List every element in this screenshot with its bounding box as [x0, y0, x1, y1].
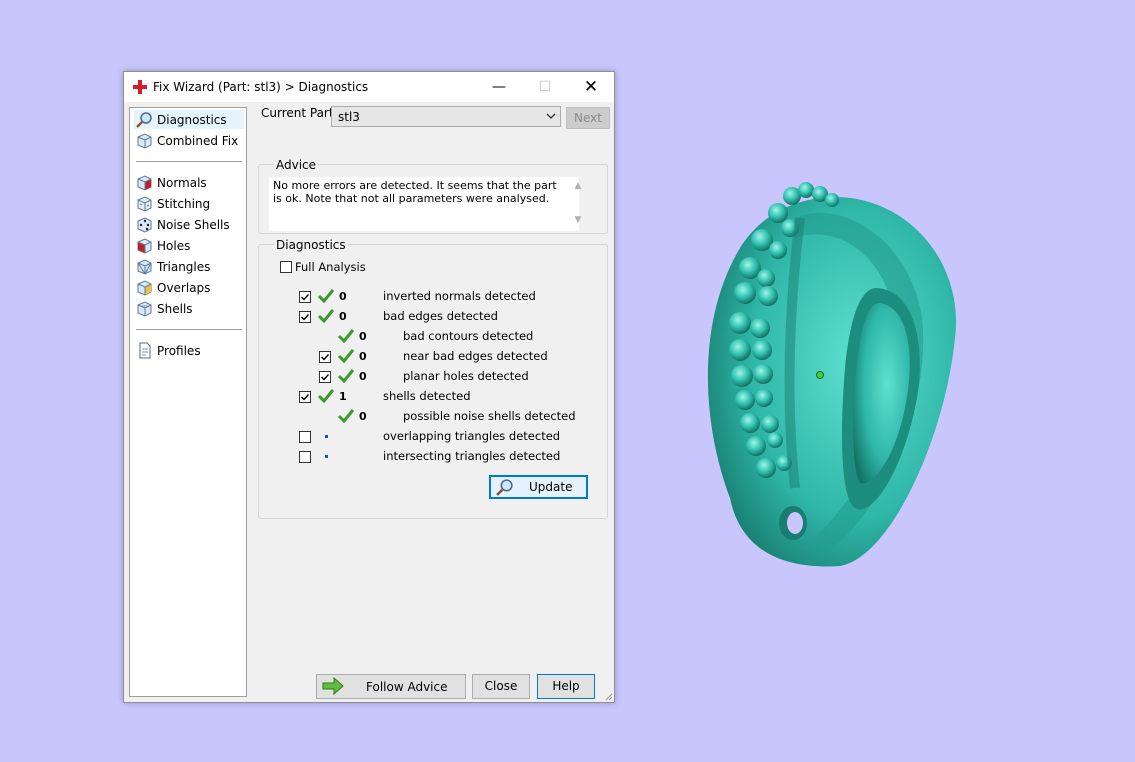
- sidebar-item-label: Noise Shells: [157, 218, 230, 232]
- sidebar-item-label: Profiles: [157, 344, 201, 358]
- normals-cube-icon: [137, 175, 152, 191]
- scroll-down-icon[interactable]: ▼: [572, 215, 584, 225]
- sidebar-item-diagnostics[interactable]: Diagnostics: [134, 110, 244, 129]
- advice-text: No more errors are detected. It seems th…: [273, 179, 557, 205]
- sidebar-item-shells[interactable]: Shells: [134, 299, 244, 318]
- current-part-label: Current Part:: [261, 106, 338, 120]
- advice-textbox[interactable]: No more errors are detected. It seems th…: [269, 177, 581, 231]
- green-check-icon: [337, 329, 355, 344]
- help-button[interactable]: Help: [537, 674, 595, 699]
- shells-count: 1: [339, 390, 347, 403]
- follow-advice-button[interactable]: Follow Advice: [316, 674, 466, 699]
- pending-dot-icon: [325, 435, 328, 438]
- update-label: Update: [529, 480, 573, 494]
- holes-cube-icon: [137, 238, 152, 254]
- sidebar-item-triangles[interactable]: Triangles: [134, 257, 244, 276]
- intersecting-triangles-checkbox[interactable]: [299, 451, 311, 463]
- inverted-normals-checkbox[interactable]: [299, 291, 311, 303]
- scroll-up-icon[interactable]: ▲: [572, 181, 584, 191]
- follow-advice-label: Follow Advice: [366, 680, 448, 694]
- sidebar-separator: [136, 329, 242, 330]
- noise-shells-count: 0: [359, 410, 367, 423]
- inverted-normals-count: 0: [339, 290, 347, 303]
- window-title: Fix Wizard (Part: stl3) > Diagnostics: [153, 80, 369, 94]
- triangles-cube-icon: [137, 259, 152, 275]
- green-arrow-icon: [322, 677, 344, 695]
- next-button[interactable]: Next: [566, 107, 610, 129]
- sidebar-item-profiles[interactable]: Profiles: [134, 341, 244, 360]
- intersecting-triangles-label: intersecting triangles detected: [383, 449, 561, 463]
- bad-edges-label: bad edges detected: [383, 309, 498, 323]
- planar-holes-checkbox[interactable]: [319, 371, 331, 383]
- overlaps-cube-icon: [137, 280, 152, 296]
- close-window-button[interactable]: ✕: [568, 72, 614, 102]
- near-bad-edges-checkbox[interactable]: [319, 351, 331, 363]
- current-part-value: stl3: [338, 110, 360, 124]
- green-check-icon: [317, 309, 335, 324]
- update-button[interactable]: Update: [489, 475, 588, 499]
- shells-cube-icon: [137, 301, 152, 317]
- sidebar-item-label: Normals: [157, 176, 207, 190]
- sidebar-item-label: Overlaps: [157, 281, 211, 295]
- sidebar-item-label: Diagnostics: [157, 113, 227, 127]
- sidebar-item-stitching[interactable]: Stitching: [134, 194, 244, 213]
- green-check-icon: [337, 409, 355, 424]
- shells-label: shells detected: [383, 389, 471, 403]
- green-check-icon: [317, 289, 335, 304]
- 3d-model-pendant[interactable]: [700, 178, 970, 578]
- noise-shells-cube-icon: [137, 217, 152, 233]
- stitching-cube-icon: [137, 196, 152, 212]
- sidebar-item-label: Holes: [157, 239, 191, 253]
- sidebar-item-noise-shells[interactable]: Noise Shells: [134, 215, 244, 234]
- noise-shells-label: possible noise shells detected: [403, 409, 576, 423]
- minimize-button[interactable]: —: [476, 72, 522, 102]
- sidebar-item-label: Combined Fix: [157, 134, 239, 148]
- document-icon: [139, 342, 151, 359]
- shells-checkbox[interactable]: [299, 391, 311, 403]
- magnifier-icon: [136, 112, 152, 128]
- diagnostics-group: Diagnostics Full Analysis 0 inverted nor…: [258, 238, 608, 519]
- diagnostics-title: Diagnostics: [274, 238, 348, 252]
- resize-grip-icon[interactable]: [603, 691, 613, 701]
- planar-holes-count: 0: [359, 370, 367, 383]
- chevron-down-icon: [546, 113, 556, 119]
- current-part-select[interactable]: stl3: [331, 106, 561, 127]
- bad-edges-checkbox[interactable]: [299, 311, 311, 323]
- advice-group: Advice No more errors are detected. It s…: [258, 158, 608, 234]
- green-check-icon: [337, 349, 355, 364]
- cube-icon: [137, 133, 152, 149]
- full-analysis-label: Full Analysis: [295, 260, 366, 274]
- near-bad-edges-label: near bad edges detected: [403, 349, 548, 363]
- bad-edges-count: 0: [339, 310, 347, 323]
- sidebar-item-normals[interactable]: Normals: [134, 173, 244, 192]
- sidebar-item-overlaps[interactable]: Overlaps: [134, 278, 244, 297]
- sidebar-item-label: Triangles: [157, 260, 211, 274]
- title-bar[interactable]: Fix Wizard (Part: stl3) > Diagnostics — …: [124, 72, 614, 102]
- sidebar-item-label: Stitching: [157, 197, 211, 211]
- near-bad-edges-count: 0: [359, 350, 367, 363]
- sidebar-item-holes[interactable]: Holes: [134, 236, 244, 255]
- bad-contours-label: bad contours detected: [403, 329, 534, 343]
- planar-holes-label: planar holes detected: [403, 369, 529, 383]
- inverted-normals-label: inverted normals detected: [383, 289, 536, 303]
- sidebar-item-combined-fix[interactable]: Combined Fix: [134, 131, 244, 150]
- green-check-icon: [337, 369, 355, 384]
- close-button[interactable]: Close: [472, 674, 530, 699]
- maximize-button[interactable]: ☐: [522, 72, 568, 102]
- full-analysis-checkbox[interactable]: [280, 261, 292, 273]
- green-check-icon: [317, 389, 335, 404]
- overlapping-triangles-checkbox[interactable]: [299, 431, 311, 443]
- overlapping-triangles-label: overlapping triangles detected: [383, 429, 561, 443]
- advice-title: Advice: [274, 158, 319, 172]
- red-cross-icon: [133, 80, 147, 94]
- magnifier-icon: [496, 479, 513, 496]
- sidebar-item-label: Shells: [157, 302, 193, 316]
- fix-wizard-window: Fix Wizard (Part: stl3) > Diagnostics — …: [123, 71, 615, 703]
- sidebar-separator: [136, 161, 242, 162]
- pending-dot-icon: [325, 455, 328, 458]
- bad-contours-count: 0: [359, 330, 367, 343]
- wizard-sidebar: Diagnostics Combined Fix Normals Stitchi…: [129, 107, 247, 697]
